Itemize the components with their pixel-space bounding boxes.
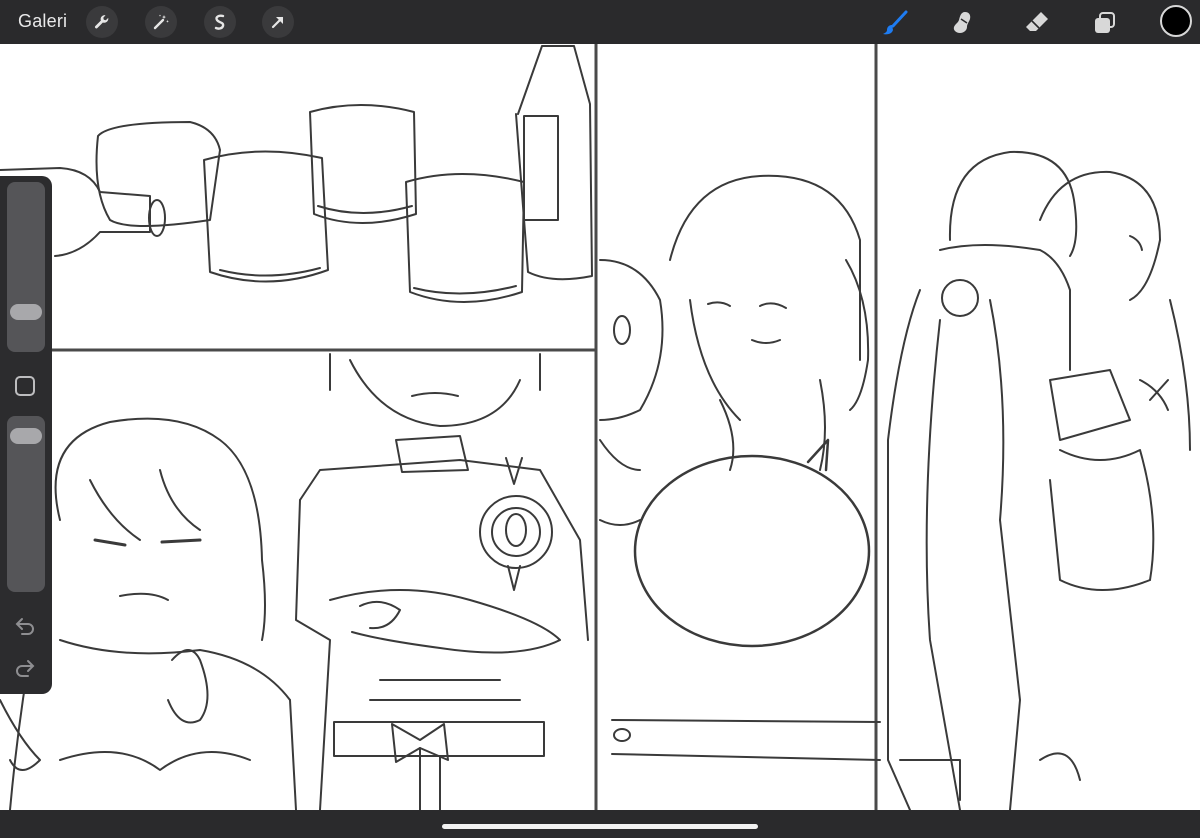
brush-size-slider[interactable] <box>7 182 45 352</box>
smudge-icon[interactable] <box>946 6 980 40</box>
transform-arrow-icon[interactable] <box>262 6 294 38</box>
brush-icon[interactable] <box>878 6 912 40</box>
top-toolbar: Galeri <box>0 0 1200 44</box>
color-picker-swatch[interactable] <box>1160 5 1192 37</box>
gallery-button[interactable]: Galeri <box>18 11 67 32</box>
sidebar-panel <box>0 176 52 694</box>
eraser-icon[interactable] <box>1020 6 1054 40</box>
drawing-canvas[interactable] <box>0 44 1200 810</box>
magic-wand-icon[interactable] <box>145 6 177 38</box>
modify-square-button[interactable] <box>15 376 35 396</box>
comic-sketch-artwork <box>0 44 1191 810</box>
redo-icon[interactable] <box>12 658 38 680</box>
bottom-bar <box>0 810 1200 838</box>
undo-icon[interactable] <box>12 616 38 638</box>
layers-icon[interactable] <box>1088 6 1122 40</box>
brush-size-slider-thumb[interactable] <box>10 304 42 320</box>
wrench-icon[interactable] <box>86 6 118 38</box>
opacity-slider-thumb[interactable] <box>10 428 42 444</box>
selection-icon[interactable] <box>204 6 236 38</box>
home-indicator[interactable] <box>442 824 758 829</box>
